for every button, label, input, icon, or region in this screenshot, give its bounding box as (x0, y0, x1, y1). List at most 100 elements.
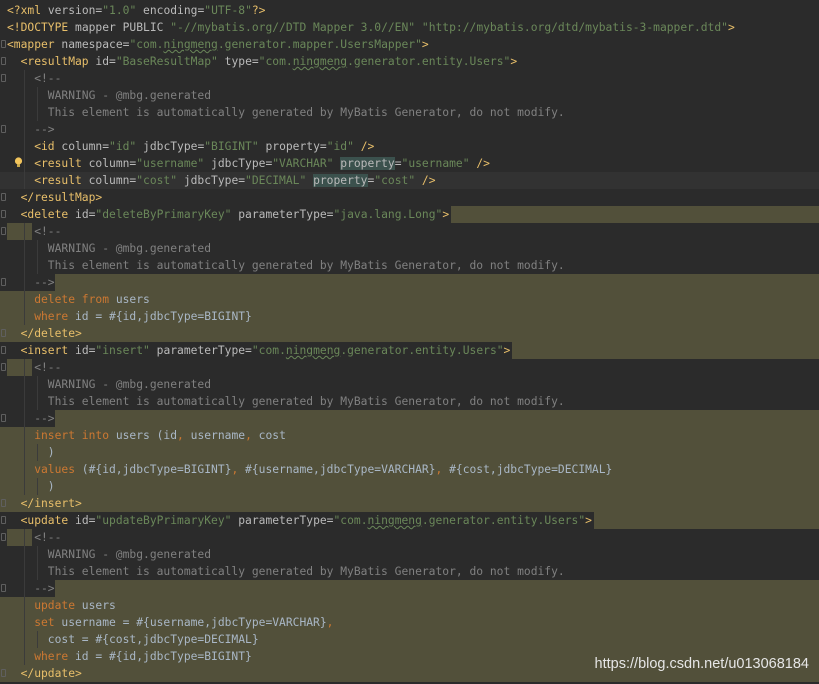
fold-marker-icon[interactable] (1, 533, 6, 541)
code-line[interactable]: --> (0, 410, 819, 427)
fold-marker-icon[interactable] (1, 329, 6, 337)
code-line[interactable]: This element is automatically generated … (0, 563, 819, 580)
code-line[interactable]: values (#{id,jdbcType=BIGINT}, #{usernam… (0, 461, 819, 478)
spelling-underline: ningmeng (292, 55, 348, 68)
code-line[interactable]: WARNING - @mbg.generated (0, 240, 819, 257)
code-token: /> (415, 174, 436, 187)
code-line[interactable]: --> (0, 121, 819, 138)
code-token: id= (75, 514, 96, 527)
code-line[interactable]: insert into users (id, username, cost (0, 427, 819, 444)
highlight-region (54, 580, 819, 597)
code-text: delete from users (34, 291, 150, 308)
code-line[interactable]: <id column="id" jdbcType="BIGINT" proper… (0, 138, 819, 155)
indent-guide (23, 70, 25, 87)
fold-marker-icon[interactable] (1, 227, 6, 235)
code-token: "com.ningmeng.generator.entity.Users" (258, 55, 511, 68)
code-text: <resultMap id="BaseResultMap" type="com.… (21, 53, 518, 70)
fold-marker-icon[interactable] (1, 414, 6, 422)
fold-marker-icon[interactable] (1, 40, 6, 48)
code-text: <mapper namespace="com.ningmeng.generato… (7, 36, 429, 53)
indent-guide (37, 546, 39, 563)
code-line[interactable]: <update id="updateByPrimaryKey" paramete… (0, 512, 819, 529)
code-token: </update> (20, 667, 82, 680)
code-line[interactable]: --> (0, 580, 819, 597)
code-token: set (34, 616, 62, 629)
code-token: WARNING - @mbg.generated (47, 89, 212, 102)
code-token: "cost" (136, 174, 178, 187)
code-line[interactable]: <!DOCTYPE mapper PUBLIC "-//mybatis.org/… (0, 19, 819, 36)
code-token: --> (34, 582, 55, 595)
code-token: insert into (34, 429, 116, 442)
code-line[interactable]: ) (0, 444, 819, 461)
code-line[interactable]: update users (0, 597, 819, 614)
code-text: where id = #{id,jdbcType=BIGINT} (34, 648, 252, 665)
indent-guide (23, 597, 25, 614)
indent-guide (23, 240, 25, 257)
code-line[interactable]: <result column="cost" jdbcType="DECIMAL"… (0, 172, 819, 189)
fold-marker-icon[interactable] (1, 363, 6, 371)
lightbulb-icon[interactable] (14, 157, 23, 168)
spelling-underline: ningmeng (285, 344, 341, 357)
fold-marker-icon[interactable] (1, 584, 6, 592)
code-token: <!-- (34, 72, 62, 85)
code-token: version= (47, 4, 103, 17)
code-line[interactable]: <!-- (0, 223, 819, 240)
code-line[interactable]: </insert> (0, 495, 819, 512)
code-line[interactable]: </delete> (0, 325, 819, 342)
code-line[interactable]: WARNING - @mbg.generated (0, 87, 819, 104)
fold-marker-icon[interactable] (1, 57, 6, 65)
indent-guide (23, 461, 25, 478)
code-text: <!-- (34, 359, 61, 376)
indent-guide (23, 546, 25, 563)
code-token: where (34, 310, 75, 323)
code-line[interactable]: <!-- (0, 359, 819, 376)
fold-marker-icon[interactable] (1, 346, 6, 354)
fold-marker-icon[interactable] (1, 193, 6, 201)
code-line[interactable]: This element is automatically generated … (0, 257, 819, 274)
code-line[interactable]: This element is automatically generated … (0, 104, 819, 121)
code-line[interactable]: WARNING - @mbg.generated (0, 376, 819, 393)
fold-marker-icon[interactable] (1, 516, 6, 524)
code-text: <!-- (34, 70, 61, 87)
code-line[interactable]: <!-- (0, 70, 819, 87)
code-line[interactable]: <resultMap id="BaseResultMap" type="com.… (0, 53, 819, 70)
code-line[interactable]: </resultMap> (0, 189, 819, 206)
code-text: </insert> (21, 495, 82, 512)
fold-marker-icon[interactable] (1, 210, 6, 218)
fold-marker-icon[interactable] (1, 499, 6, 507)
code-token: encoding= (136, 4, 205, 17)
fold-marker-icon[interactable] (1, 74, 6, 82)
code-token: "cost" (374, 174, 416, 187)
code-line[interactable]: WARNING - @mbg.generated (0, 546, 819, 563)
code-text: This element is automatically generated … (48, 393, 565, 410)
code-line[interactable]: cost = #{cost,jdbcType=DECIMAL} (0, 631, 819, 648)
code-text: </delete> (21, 325, 82, 342)
code-line[interactable]: --> (0, 274, 819, 291)
code-line[interactable]: <mapper namespace="com.ningmeng.generato… (0, 36, 819, 53)
spelling-underline: ningmeng (367, 514, 422, 527)
code-line[interactable]: set username = #{username,jdbcType=VARCH… (0, 614, 819, 631)
code-line[interactable]: <!-- (0, 529, 819, 546)
code-line[interactable]: <?xml version="1.0" encoding="UTF-8"?> (0, 2, 819, 19)
fold-marker-icon[interactable] (1, 669, 6, 677)
code-line[interactable]: delete from users (0, 291, 819, 308)
code-line[interactable]: where id = #{id,jdbcType=BIGINT} (0, 308, 819, 325)
highlight-region (512, 342, 819, 359)
code-line[interactable]: This element is automatically generated … (0, 393, 819, 410)
code-text: ) (48, 444, 55, 461)
fold-marker-icon[interactable] (1, 278, 6, 286)
code-line[interactable]: <delete id="deleteByPrimaryKey" paramete… (0, 206, 819, 223)
code-text: <!-- (34, 223, 61, 240)
code-token: id= (95, 55, 116, 68)
code-token: <resultMap (20, 55, 96, 68)
fold-marker-icon[interactable] (1, 125, 6, 133)
indent-guide (23, 427, 25, 444)
code-token: username (190, 429, 246, 442)
code-token: --> (34, 123, 55, 136)
code-line[interactable]: <result column="username" jdbcType="VARC… (0, 155, 819, 172)
code-line[interactable]: ) (0, 478, 819, 495)
code-editor[interactable]: <?xml version="1.0" encoding="UTF-8"?> <!… (0, 0, 819, 684)
indent-guide (23, 529, 25, 546)
code-line[interactable]: <insert id="insert" parameterType="com.n… (0, 342, 819, 359)
